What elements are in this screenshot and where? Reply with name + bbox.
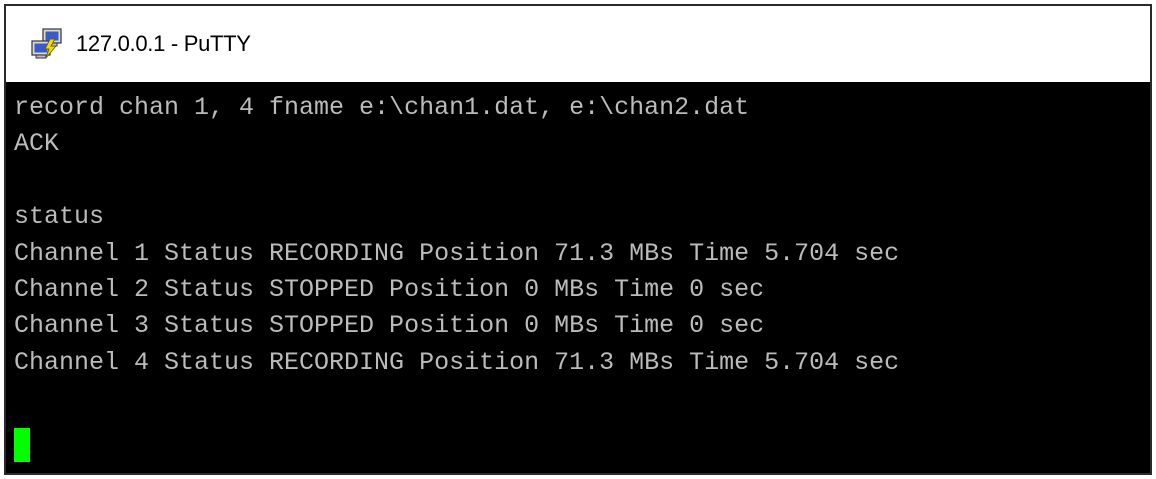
putty-window: 127.0.0.1 - PuTTY record chan 1, 4 fname… [4, 4, 1152, 475]
terminal-line: ACK [14, 129, 60, 159]
terminal-screen[interactable]: record chan 1, 4 fname e:\chan1.dat, e:\… [6, 82, 1150, 473]
window-title: 127.0.0.1 - PuTTY [76, 31, 251, 56]
terminal-line: status [14, 202, 105, 232]
terminal-line: Channel 2 Status STOPPED Position 0 MBs … [14, 274, 765, 304]
putty-icon [30, 27, 64, 61]
terminal-line: Channel 1 Status RECORDING Position 71.3… [14, 238, 900, 268]
terminal-line: Channel 3 Status STOPPED Position 0 MBs … [14, 311, 765, 341]
terminal-line: record chan 1, 4 fname e:\chan1.dat, e:\… [14, 93, 750, 122]
terminal-line: Channel 4 Status RECORDING Position 71.3… [14, 347, 900, 377]
title-bar[interactable]: 127.0.0.1 - PuTTY [6, 6, 1150, 82]
text-cursor [14, 427, 30, 462]
